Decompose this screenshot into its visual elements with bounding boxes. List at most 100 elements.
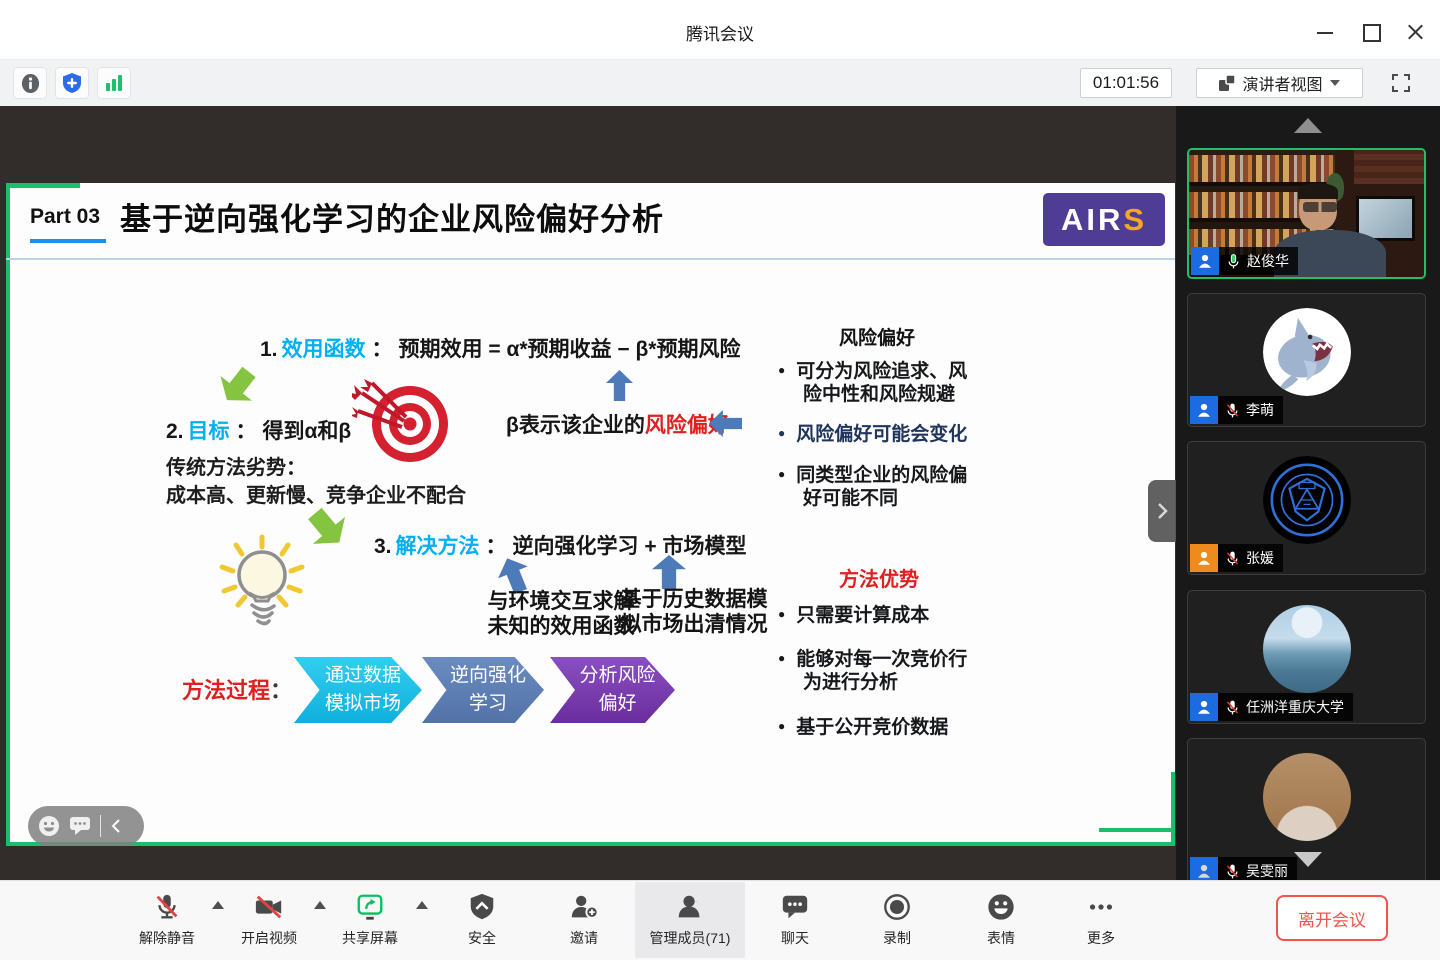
participant-role-badge (1190, 693, 1218, 721)
record-button[interactable]: 录制 (855, 882, 939, 958)
process-label: 方法过程： (182, 673, 292, 705)
participant-tile-speaking[interactable]: 赵俊华 (1187, 148, 1426, 279)
network-signal-button[interactable] (97, 67, 131, 99)
leave-meeting-button[interactable]: 离开会议 (1276, 895, 1388, 941)
meeting-toolbar: 解除静音 开启视频 共享屏幕 (0, 880, 1440, 960)
tradition-disadvantage-text: 成本高、更新慢、竞争企业不配合 (166, 479, 466, 508)
participant-tile[interactable]: 张媛 (1187, 441, 1426, 575)
risk-bullet: 可分为风险追求、风险中性和风险规避 (778, 360, 976, 406)
beta-note: β表示该企业的风险偏好 (506, 409, 729, 439)
mic-muted-icon (1225, 699, 1240, 716)
video-options-caret[interactable] (314, 901, 326, 909)
security-button[interactable]: 安全 (440, 882, 524, 958)
risk-bullet: 风险偏好可能会变化 (778, 423, 976, 446)
university-seal-icon (1263, 456, 1351, 544)
process-step-2: 逆向强化 学习 (422, 657, 544, 723)
header-divider (6, 258, 1175, 260)
mic-options-caret[interactable] (212, 901, 224, 909)
advantage-bullet: 只需要计算成本 (778, 604, 980, 627)
slide-accent (6, 183, 10, 846)
slide-accent (1099, 828, 1175, 832)
protection-button[interactable] (55, 67, 89, 99)
minimize-icon[interactable] (1314, 22, 1336, 42)
share-options-caret[interactable] (416, 901, 428, 909)
slide-accent (1171, 772, 1175, 846)
maximize-icon[interactable] (1360, 22, 1382, 42)
unmute-button[interactable]: 解除静音 (125, 882, 209, 958)
emoji-button[interactable]: 表情 (959, 882, 1043, 958)
shield-plus-icon (62, 72, 82, 94)
person-icon (1195, 698, 1213, 716)
invite-button[interactable]: 邀请 (542, 882, 626, 958)
participant-name: 李萌 (1246, 400, 1274, 420)
participant-namebar: 赵俊华 (1191, 247, 1298, 275)
participant-name: 吴雯丽 (1246, 861, 1288, 880)
slide-part-label: Part 03 (30, 205, 100, 229)
slide-title: 基于逆向强化学习的企业风险偏好分析 (120, 194, 664, 239)
participant-namebar: 吴雯丽 (1190, 857, 1297, 880)
process-step-1: 通过数据 模拟市场 (294, 657, 422, 723)
risk-bullet: 同类型企业的风险偏好可能不同 (778, 464, 976, 510)
share-screen-button[interactable]: 共享屏幕 (328, 882, 412, 958)
participant-role-badge (1191, 247, 1219, 275)
chevron-down-icon (1330, 80, 1340, 86)
more-dots-icon (1086, 892, 1116, 922)
chat-button[interactable]: 聊天 (753, 882, 837, 958)
emoji-quick-icon[interactable] (38, 815, 60, 837)
participant-namebar: 任洲洋重庆大学 (1190, 693, 1353, 721)
dartboard-target-icon (352, 379, 450, 465)
manage-members-button[interactable]: 管理成员(71) (635, 882, 745, 958)
view-mode-selector[interactable]: 演讲者视图 (1196, 68, 1363, 98)
participant-avatar (1263, 753, 1351, 841)
chevron-right-icon (1156, 502, 1168, 520)
fullscreen-button[interactable] (1386, 69, 1416, 97)
arrow-up-icon (652, 555, 686, 589)
start-video-button[interactable]: 开启视频 (227, 882, 311, 958)
shared-screen-stage: Part 03 基于逆向强化学习的企业风险偏好分析 AIRS 1.效用函数：预期… (0, 106, 1176, 880)
solution-note-right: 基于历史数据模 拟市场出清情况 (602, 587, 786, 637)
more-button[interactable]: 更多 (1059, 882, 1143, 958)
participants-sidebar: 赵俊华 (1176, 106, 1440, 880)
person-icon (1196, 252, 1214, 270)
person-icon (1195, 401, 1213, 419)
meeting-timer: 01:01:56 (1080, 68, 1172, 98)
participant-role-badge (1190, 396, 1218, 424)
participant-role-badge (1190, 544, 1218, 572)
advantage-bullet: 能够对每一次竞价行为进行分析 (778, 648, 980, 694)
signal-bars-icon (106, 75, 122, 91)
collapse-left-icon[interactable] (110, 818, 122, 834)
scroll-up-icon[interactable] (1294, 118, 1322, 133)
mic-muted-icon (152, 892, 182, 922)
advantage-panel-title: 方法优势 (778, 563, 980, 592)
window-title: 腾讯会议 (0, 20, 1440, 45)
tencent-meeting-window: 腾讯会议 01:01:56 (0, 0, 1440, 960)
tradition-disadvantage-title: 传统方法劣势： (166, 451, 306, 480)
shark-avatar-icon (1263, 308, 1351, 396)
participant-avatar (1263, 308, 1351, 396)
participant-tile[interactable]: 李萌 (1187, 293, 1426, 427)
close-icon[interactable] (1404, 22, 1426, 42)
meeting-info-button[interactable] (13, 67, 47, 99)
point-goal: 2.目标：得到α和β (166, 415, 351, 445)
participant-tile[interactable]: 任洲洋重庆大学 (1187, 590, 1426, 724)
pill-divider (100, 815, 101, 837)
mic-on-icon (1226, 253, 1241, 270)
participant-role-badge (1190, 857, 1218, 880)
mic-muted-icon (1225, 402, 1240, 419)
chat-quick-icon[interactable] (69, 816, 91, 836)
next-page-tab[interactable] (1148, 480, 1176, 542)
person-icon (1195, 549, 1213, 567)
person-icon (1195, 862, 1213, 880)
scroll-down-icon[interactable] (1294, 852, 1322, 867)
share-screen-icon (354, 892, 386, 922)
chat-bubble-icon (780, 892, 810, 922)
arrow-up-icon (606, 370, 633, 401)
camera-off-icon (253, 892, 285, 922)
fullscreen-icon (1390, 72, 1412, 94)
risk-panel-title: 风险偏好 (778, 323, 976, 350)
presentation-slide: Part 03 基于逆向强化学习的企业风险偏好分析 AIRS 1.效用函数：预期… (6, 183, 1175, 846)
mic-muted-icon (1225, 863, 1240, 880)
logo-text-accent: S (1123, 202, 1147, 238)
participant-name: 赵俊华 (1247, 251, 1289, 271)
logo-text: AIR (1061, 202, 1123, 238)
